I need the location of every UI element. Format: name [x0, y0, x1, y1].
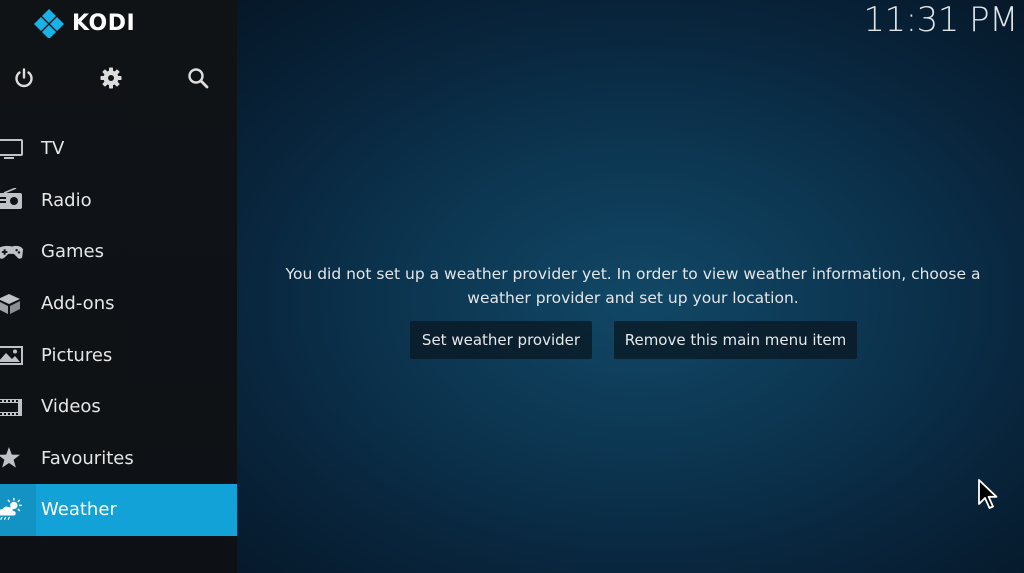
search-icon: [188, 68, 209, 89]
weather-icon: [0, 497, 24, 522]
top-icon-bar: [0, 64, 237, 94]
menu-item-radio[interactable]: Radio: [0, 175, 237, 227]
power-button[interactable]: [10, 64, 38, 92]
tv-icon: [0, 137, 24, 161]
menu-item-favourites[interactable]: Favourites: [0, 433, 237, 485]
brand-name: KODI: [72, 10, 136, 36]
mouse-cursor-icon: [978, 479, 998, 509]
clock: 11:31 PM: [863, 0, 1018, 40]
remove-menu-item-button[interactable]: Remove this main menu item: [614, 321, 857, 359]
settings-button[interactable]: [97, 64, 125, 92]
menu-item-label: Favourites: [41, 447, 134, 469]
menu-item-label: Weather: [41, 499, 117, 521]
dialog-buttons: Set weather provider Remove this main me…: [0, 321, 1024, 359]
weather-provider-message: You did not set up a weather provider ye…: [285, 265, 981, 307]
menu-item-tv[interactable]: TV: [0, 123, 237, 175]
film-icon: [0, 395, 24, 419]
gear-icon: [100, 67, 122, 89]
star-icon: [0, 446, 24, 470]
search-button[interactable]: [184, 64, 212, 92]
kodi-screen: KODI TV Radio Games Add-ons Pictures Vid…: [0, 0, 1024, 573]
menu-item-weather[interactable]: Weather: [0, 484, 237, 536]
menu-item-label: Radio: [41, 189, 92, 211]
set-weather-provider-button[interactable]: Set weather provider: [410, 321, 592, 359]
gamepad-icon: [0, 240, 24, 264]
menu-item-label: Add-ons: [41, 293, 115, 315]
menu-item-label: TV: [41, 138, 65, 160]
sidebar: KODI TV Radio Games Add-ons Pictures Vid…: [0, 0, 237, 573]
addons-box-icon: [0, 292, 24, 316]
menu-item-label: Videos: [41, 396, 101, 418]
radio-icon: [0, 188, 24, 212]
menu-item-label: Games: [41, 241, 104, 263]
kodi-logo: KODI: [34, 8, 135, 38]
kodi-logo-icon: [34, 9, 64, 38]
menu-item-games[interactable]: Games: [0, 226, 237, 278]
power-icon: [15, 68, 33, 88]
menu-item-videos[interactable]: Videos: [0, 381, 237, 433]
